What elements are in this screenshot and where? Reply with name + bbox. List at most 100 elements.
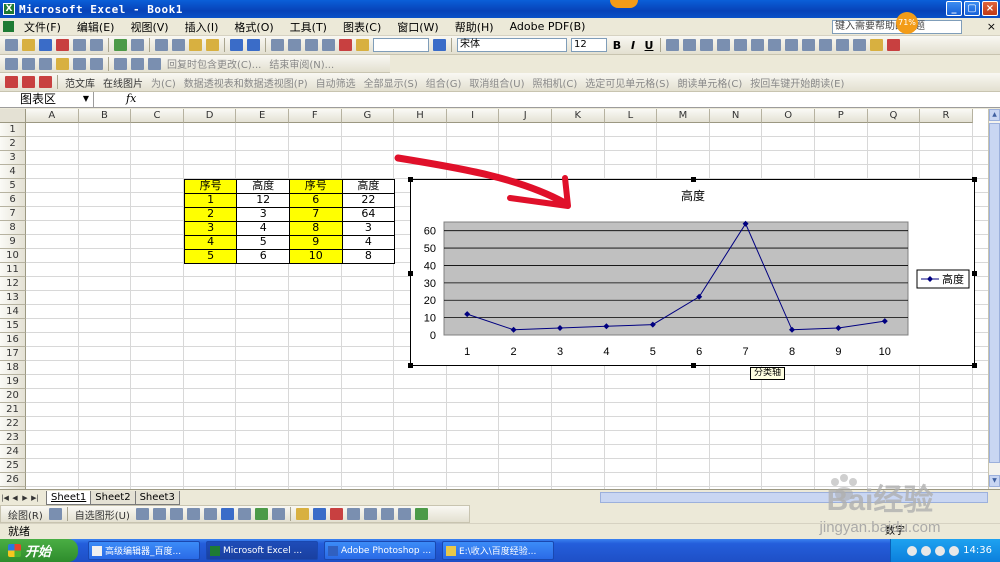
select-objects-icon[interactable] <box>48 508 62 520</box>
hyperlink-icon[interactable] <box>271 39 284 51</box>
row-header-23[interactable]: 23 <box>0 431 26 445</box>
table-cell[interactable]: 5 <box>183 249 238 264</box>
tray-icon-4[interactable] <box>949 545 960 556</box>
font-name-select[interactable]: 宋体 <box>457 38 567 52</box>
underline-button[interactable]: U <box>641 39 657 52</box>
fx-label[interactable]: fx <box>126 92 136 105</box>
row-header-9[interactable]: 9 <box>0 235 26 249</box>
review-icon-1[interactable] <box>5 57 18 70</box>
table-cell[interactable]: 3 <box>183 221 238 236</box>
borders-icon[interactable] <box>853 39 866 51</box>
table-cell[interactable]: 8 <box>341 249 396 264</box>
row-header-12[interactable]: 12 <box>0 277 26 291</box>
addin-icon-1[interactable] <box>5 76 18 88</box>
review-icon-8[interactable] <box>131 57 144 70</box>
arrow-style-icon[interactable] <box>380 508 394 520</box>
permission-icon[interactable] <box>56 39 69 51</box>
template-library-button[interactable]: 范文库 <box>65 75 95 90</box>
table-cell[interactable]: 3 <box>341 221 396 236</box>
fill-color-draw-icon[interactable] <box>295 508 309 520</box>
dash-style-icon[interactable] <box>363 508 377 520</box>
table-cell[interactable]: 6 <box>236 249 290 264</box>
row-header-3[interactable]: 3 <box>0 151 26 165</box>
row-header-21[interactable]: 21 <box>0 403 26 417</box>
table-header-cell[interactable]: 序号 <box>289 179 343 194</box>
rectangle-icon[interactable] <box>169 508 183 520</box>
scroll-up-icon[interactable]: ▲ <box>989 109 1000 121</box>
task-photoshop[interactable]: Adobe Photoshop ... <box>324 541 436 560</box>
column-header-k[interactable]: K <box>552 109 605 123</box>
menu-edit[interactable]: 编辑(E) <box>69 19 123 35</box>
table-cell[interactable]: 1 <box>183 193 238 208</box>
clipart-icon[interactable] <box>254 508 268 520</box>
column-header-h[interactable]: H <box>394 109 447 123</box>
table-cell[interactable]: 22 <box>341 193 396 208</box>
menu-adobe-pdf[interactable]: Adobe PDF(B) <box>502 20 594 33</box>
resize-handle[interactable] <box>408 363 413 368</box>
row-header-18[interactable]: 18 <box>0 361 26 375</box>
review-icon-6[interactable] <box>90 57 103 70</box>
close-button[interactable]: × <box>982 1 998 16</box>
table-cell[interactable]: 6 <box>289 193 343 208</box>
review-icon-4[interactable] <box>56 57 69 70</box>
autofilter-button[interactable]: 自动筛选 <box>316 75 356 90</box>
zoom-select[interactable] <box>373 38 429 52</box>
resize-handle[interactable] <box>972 363 977 368</box>
show-all-button[interactable]: 全部显示(S) <box>364 75 418 90</box>
row-header-1[interactable]: 1 <box>0 123 26 137</box>
column-header-i[interactable]: I <box>446 109 500 123</box>
column-header-m[interactable]: M <box>657 109 710 123</box>
table-cell[interactable]: 4 <box>183 235 238 250</box>
chart-wizard-icon[interactable] <box>339 39 352 51</box>
addin-icon-2[interactable] <box>22 76 35 88</box>
tray-icon-2[interactable] <box>921 545 932 556</box>
menu-chart[interactable]: 图表(C) <box>335 19 389 35</box>
3d-icon[interactable] <box>414 508 428 520</box>
prev-sheet-icon[interactable]: ◀ <box>10 494 20 502</box>
autoshapes-button[interactable]: 自选图形(U) <box>75 507 130 522</box>
table-cell[interactable]: 3 <box>236 207 290 222</box>
table-cell[interactable]: 10 <box>289 249 343 264</box>
next-sheet-icon[interactable]: ▶ <box>20 494 30 502</box>
menu-format[interactable]: 格式(O) <box>226 19 281 35</box>
task-explorer[interactable]: E:\收入\百度经验... <box>442 541 554 560</box>
resize-handle[interactable] <box>408 270 413 276</box>
addin-icon-3[interactable] <box>39 76 52 88</box>
minimize-button[interactable]: _ <box>946 1 962 16</box>
help-icon[interactable] <box>433 39 446 51</box>
menu-view[interactable]: 视图(V) <box>122 19 176 35</box>
table-header-cell[interactable]: 高度 <box>236 179 290 194</box>
column-header-p[interactable]: P <box>815 109 868 123</box>
column-header-f[interactable]: F <box>289 109 342 123</box>
table-cell[interactable]: 7 <box>289 207 343 222</box>
row-header-14[interactable]: 14 <box>0 305 26 319</box>
row-header-7[interactable]: 7 <box>0 207 26 221</box>
research-icon[interactable] <box>131 39 144 51</box>
align-right-icon[interactable] <box>700 39 713 51</box>
chevron-down-icon[interactable]: ▼ <box>83 92 89 106</box>
column-header-q[interactable]: Q <box>867 109 921 123</box>
print-icon[interactable] <box>73 39 86 51</box>
addin-button-3[interactable]: 为(C) <box>151 75 176 90</box>
menu-tools[interactable]: 工具(T) <box>282 19 335 35</box>
ungroup-button[interactable]: 取消组合(U) <box>469 75 524 90</box>
row-header-20[interactable]: 20 <box>0 389 26 403</box>
column-header-d[interactable]: D <box>183 109 237 123</box>
paste-icon[interactable] <box>189 39 202 51</box>
draw-menu-button[interactable]: 绘图(R) <box>8 507 43 522</box>
sheet-tab-2[interactable]: Sheet2 <box>90 490 136 505</box>
resize-handle[interactable] <box>972 270 977 276</box>
format-painter-icon[interactable] <box>206 39 219 51</box>
line-color-icon[interactable] <box>312 508 326 520</box>
sort-asc-icon[interactable] <box>305 39 318 51</box>
group-button[interactable]: 组合(G) <box>426 75 462 90</box>
reply-with-changes-button[interactable]: 回复时包含更改(C)... <box>167 56 261 71</box>
task-excel[interactable]: Microsoft Excel ... <box>206 541 318 560</box>
italic-button[interactable]: I <box>625 39 641 52</box>
redo-icon[interactable] <box>247 39 260 51</box>
column-header-e[interactable]: E <box>236 109 289 123</box>
row-header-5[interactable]: 5 <box>0 179 26 193</box>
column-header-o[interactable]: O <box>762 109 815 123</box>
tray-icon-1[interactable] <box>907 545 918 556</box>
fill-color-icon[interactable] <box>870 39 883 51</box>
